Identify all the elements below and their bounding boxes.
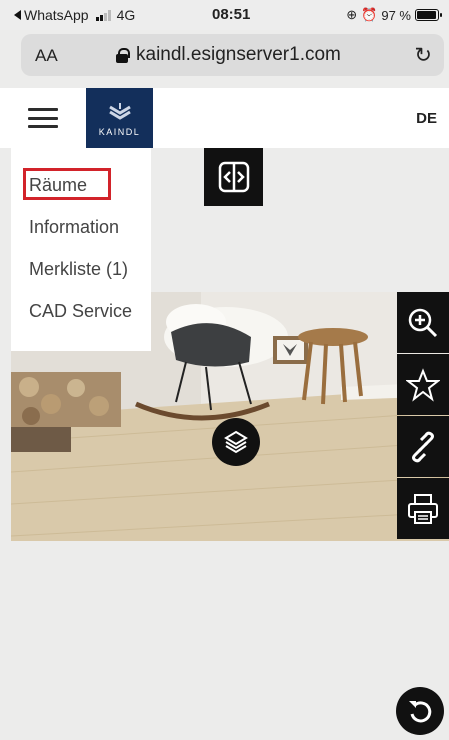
signal-icon — [95, 9, 111, 21]
layers-button[interactable] — [212, 418, 260, 466]
logo-mark-icon — [108, 103, 131, 120]
battery-icon — [415, 9, 442, 21]
hamburger-icon[interactable] — [28, 108, 58, 128]
highlight-box — [23, 168, 111, 200]
battery-percent: 97 % — [381, 7, 411, 23]
compare-arrows-icon — [218, 161, 249, 193]
language-switch[interactable]: DE — [416, 110, 437, 127]
reload-icon[interactable]: ↻ — [414, 43, 432, 68]
zoom-in-icon — [408, 308, 438, 337]
compare-button[interactable] — [204, 148, 263, 206]
print-button[interactable] — [397, 478, 449, 539]
alarm-icon: ⏰ — [361, 7, 378, 22]
menu-item-raeume[interactable]: Räume — [11, 164, 151, 206]
url-bar[interactable]: AA kaindl.esignserver1.com ↻ — [21, 34, 444, 76]
network-label: 4G — [116, 7, 136, 23]
share-button[interactable] — [397, 416, 449, 477]
text-size-button[interactable]: AA — [35, 46, 58, 66]
printer-icon — [408, 493, 438, 524]
lock-icon — [116, 47, 130, 63]
back-arrow-icon — [14, 10, 21, 20]
clock: 08:51 — [212, 6, 251, 23]
orientation-lock-icon: ⊕ — [346, 7, 358, 22]
site-header: KAINDL DE — [0, 88, 449, 148]
undo-button[interactable] — [396, 687, 444, 735]
undo-icon — [409, 701, 432, 723]
favorite-button[interactable] — [397, 354, 449, 415]
menu-item-label: Merkliste (1) — [29, 258, 129, 279]
star-icon — [406, 367, 440, 402]
kaindl-logo[interactable]: KAINDL — [86, 88, 153, 148]
back-to-app[interactable]: WhatsApp 4G — [14, 7, 135, 23]
layers-icon — [224, 430, 248, 454]
tool-column — [397, 292, 449, 539]
logo-text: KAINDL — [98, 127, 141, 137]
zoom-button[interactable] — [397, 292, 449, 353]
menu-item-label: Information — [29, 216, 120, 237]
address-field[interactable]: kaindl.esignserver1.com — [116, 44, 341, 66]
menu-item-merkliste[interactable]: Merkliste (1) — [11, 248, 151, 290]
menu-item-label: CAD Service — [29, 300, 133, 321]
domain-label: kaindl.esignserver1.com — [136, 44, 341, 65]
menu-item-information[interactable]: Information — [11, 206, 151, 248]
status-bar: WhatsApp 4G 08:51 ⊕ ⏰ 97 % — [0, 0, 449, 30]
link-icon — [412, 431, 434, 462]
status-right: ⊕ ⏰ 97 % — [346, 7, 442, 23]
nav-menu: Räume Information Merkliste (1) CAD Serv… — [11, 148, 151, 351]
back-app-label: WhatsApp — [24, 7, 89, 23]
menu-item-cad-service[interactable]: CAD Service — [11, 290, 151, 332]
